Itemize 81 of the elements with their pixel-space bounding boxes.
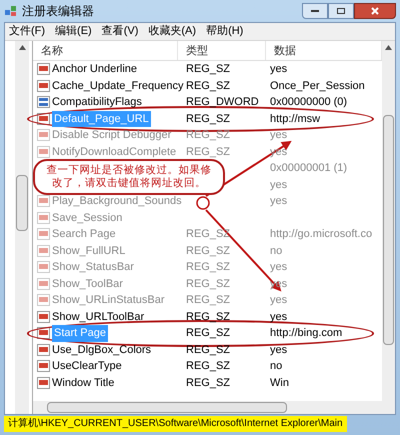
string-value-icon <box>37 360 50 372</box>
vertical-scrollbar[interactable] <box>382 41 395 401</box>
minimize-button[interactable] <box>302 3 328 19</box>
table-cell: yes <box>270 310 288 322</box>
table-cell: REG_SZ <box>186 112 230 124</box>
scrollbar-thumb[interactable] <box>47 402 287 413</box>
menu-item[interactable]: 查看(V) <box>102 23 138 40</box>
table-cell: http://msw <box>270 112 320 124</box>
maximize-button[interactable] <box>328 3 354 19</box>
table-cell: REG_SZ <box>186 310 230 322</box>
scroll-up-icon[interactable] <box>18 45 26 50</box>
string-value-icon <box>37 80 50 92</box>
window-title: 注册表编辑器 <box>22 3 94 20</box>
close-button[interactable] <box>354 3 396 19</box>
table-cell: REG_SZ <box>186 80 230 92</box>
string-value-icon <box>37 310 50 323</box>
step-marker <box>196 196 210 210</box>
string-value-icon <box>37 146 50 158</box>
horizontal-scrollbar[interactable] <box>33 401 395 414</box>
menu-item[interactable]: 编辑(E) <box>55 23 92 40</box>
value-name[interactable]: Cache_Update_Frequency <box>52 78 184 94</box>
string-value-icon <box>37 344 50 356</box>
table-cell: yes <box>270 63 288 75</box>
value-name[interactable]: Use_DlgBox_Colors <box>52 342 152 358</box>
scrollbar-thumb[interactable] <box>16 175 28 231</box>
value-name[interactable]: Show_URLToolBar <box>52 308 144 325</box>
column-header[interactable]: 类型 <box>178 41 266 60</box>
table-cell: no <box>270 360 282 372</box>
table-cell: Once_Per_Session <box>270 80 365 92</box>
string-value-icon <box>37 195 50 208</box>
string-value-icon <box>37 112 50 125</box>
string-value-icon <box>37 129 50 142</box>
menu-item[interactable]: 帮助(H) <box>206 23 244 40</box>
table-cell: REG_SZ <box>186 146 230 158</box>
table-cell: REG_SZ <box>186 294 230 306</box>
table-cell: REG_SZ <box>186 261 230 273</box>
binary-value-icon <box>37 96 50 108</box>
string-value-icon <box>37 63 50 76</box>
table-cell: REG_SZ <box>186 278 230 290</box>
table-cell: yes <box>270 195 288 207</box>
table-cell: yes <box>270 344 288 356</box>
table-cell: REG_SZ <box>186 63 230 75</box>
table-cell: http://bing.com <box>270 327 342 339</box>
table-cell: REG_SZ <box>186 244 230 256</box>
table-cell: REG_SZ <box>186 360 230 372</box>
table-cell: 0x00000001 (1) <box>270 162 348 174</box>
vertical-scrollbar[interactable] <box>15 41 29 414</box>
string-value-icon <box>37 376 50 389</box>
menu-item[interactable]: 文件(F) <box>9 23 46 40</box>
table-cell: REG_SZ <box>186 344 230 356</box>
status-bar: 计算机\HKEY_CURRENT_USER\Software\Microsoft\Internet Explorer\Main <box>4 416 347 432</box>
table-cell: Win <box>270 376 289 388</box>
string-value-icon <box>37 244 50 257</box>
column-header[interactable]: 名称 <box>33 41 178 60</box>
table-cell: yes <box>270 178 288 190</box>
table-cell: REG_SZ <box>186 376 230 388</box>
table-cell: REG_SZ <box>186 129 230 141</box>
table-cell: yes <box>270 294 288 306</box>
table-cell: yes <box>270 129 288 141</box>
menu-item[interactable]: 收藏夹(A) <box>148 23 196 40</box>
scroll-up-icon[interactable] <box>385 45 392 50</box>
value-name[interactable]: Anchor Underline <box>52 61 137 78</box>
string-value-icon <box>37 327 50 340</box>
table-cell: 0x00000000 (0) <box>270 96 348 108</box>
table-cell: no <box>270 244 282 256</box>
string-value-icon <box>37 212 50 224</box>
close-icon <box>371 7 379 15</box>
table-cell: REG_SZ <box>186 327 230 339</box>
string-value-icon <box>37 261 50 274</box>
value-name[interactable]: UseClearType <box>52 358 122 374</box>
registry-icon <box>4 4 18 18</box>
value-name[interactable]: CompatibilityFlags <box>52 94 142 110</box>
string-value-icon <box>37 228 50 240</box>
table-cell: yes <box>270 261 288 273</box>
string-value-icon <box>37 294 50 306</box>
callout-tooltip: 查一下网址是否被修改过。如果修改了，请双击键值将网址改回。 <box>33 159 225 195</box>
table-cell: http://go.microsoft.co <box>270 228 372 240</box>
scrollbar-thumb[interactable] <box>383 115 394 345</box>
table-cell: REG_DWORD <box>186 96 259 108</box>
string-value-icon <box>37 278 50 290</box>
value-name[interactable]: Window Title <box>52 374 114 391</box>
